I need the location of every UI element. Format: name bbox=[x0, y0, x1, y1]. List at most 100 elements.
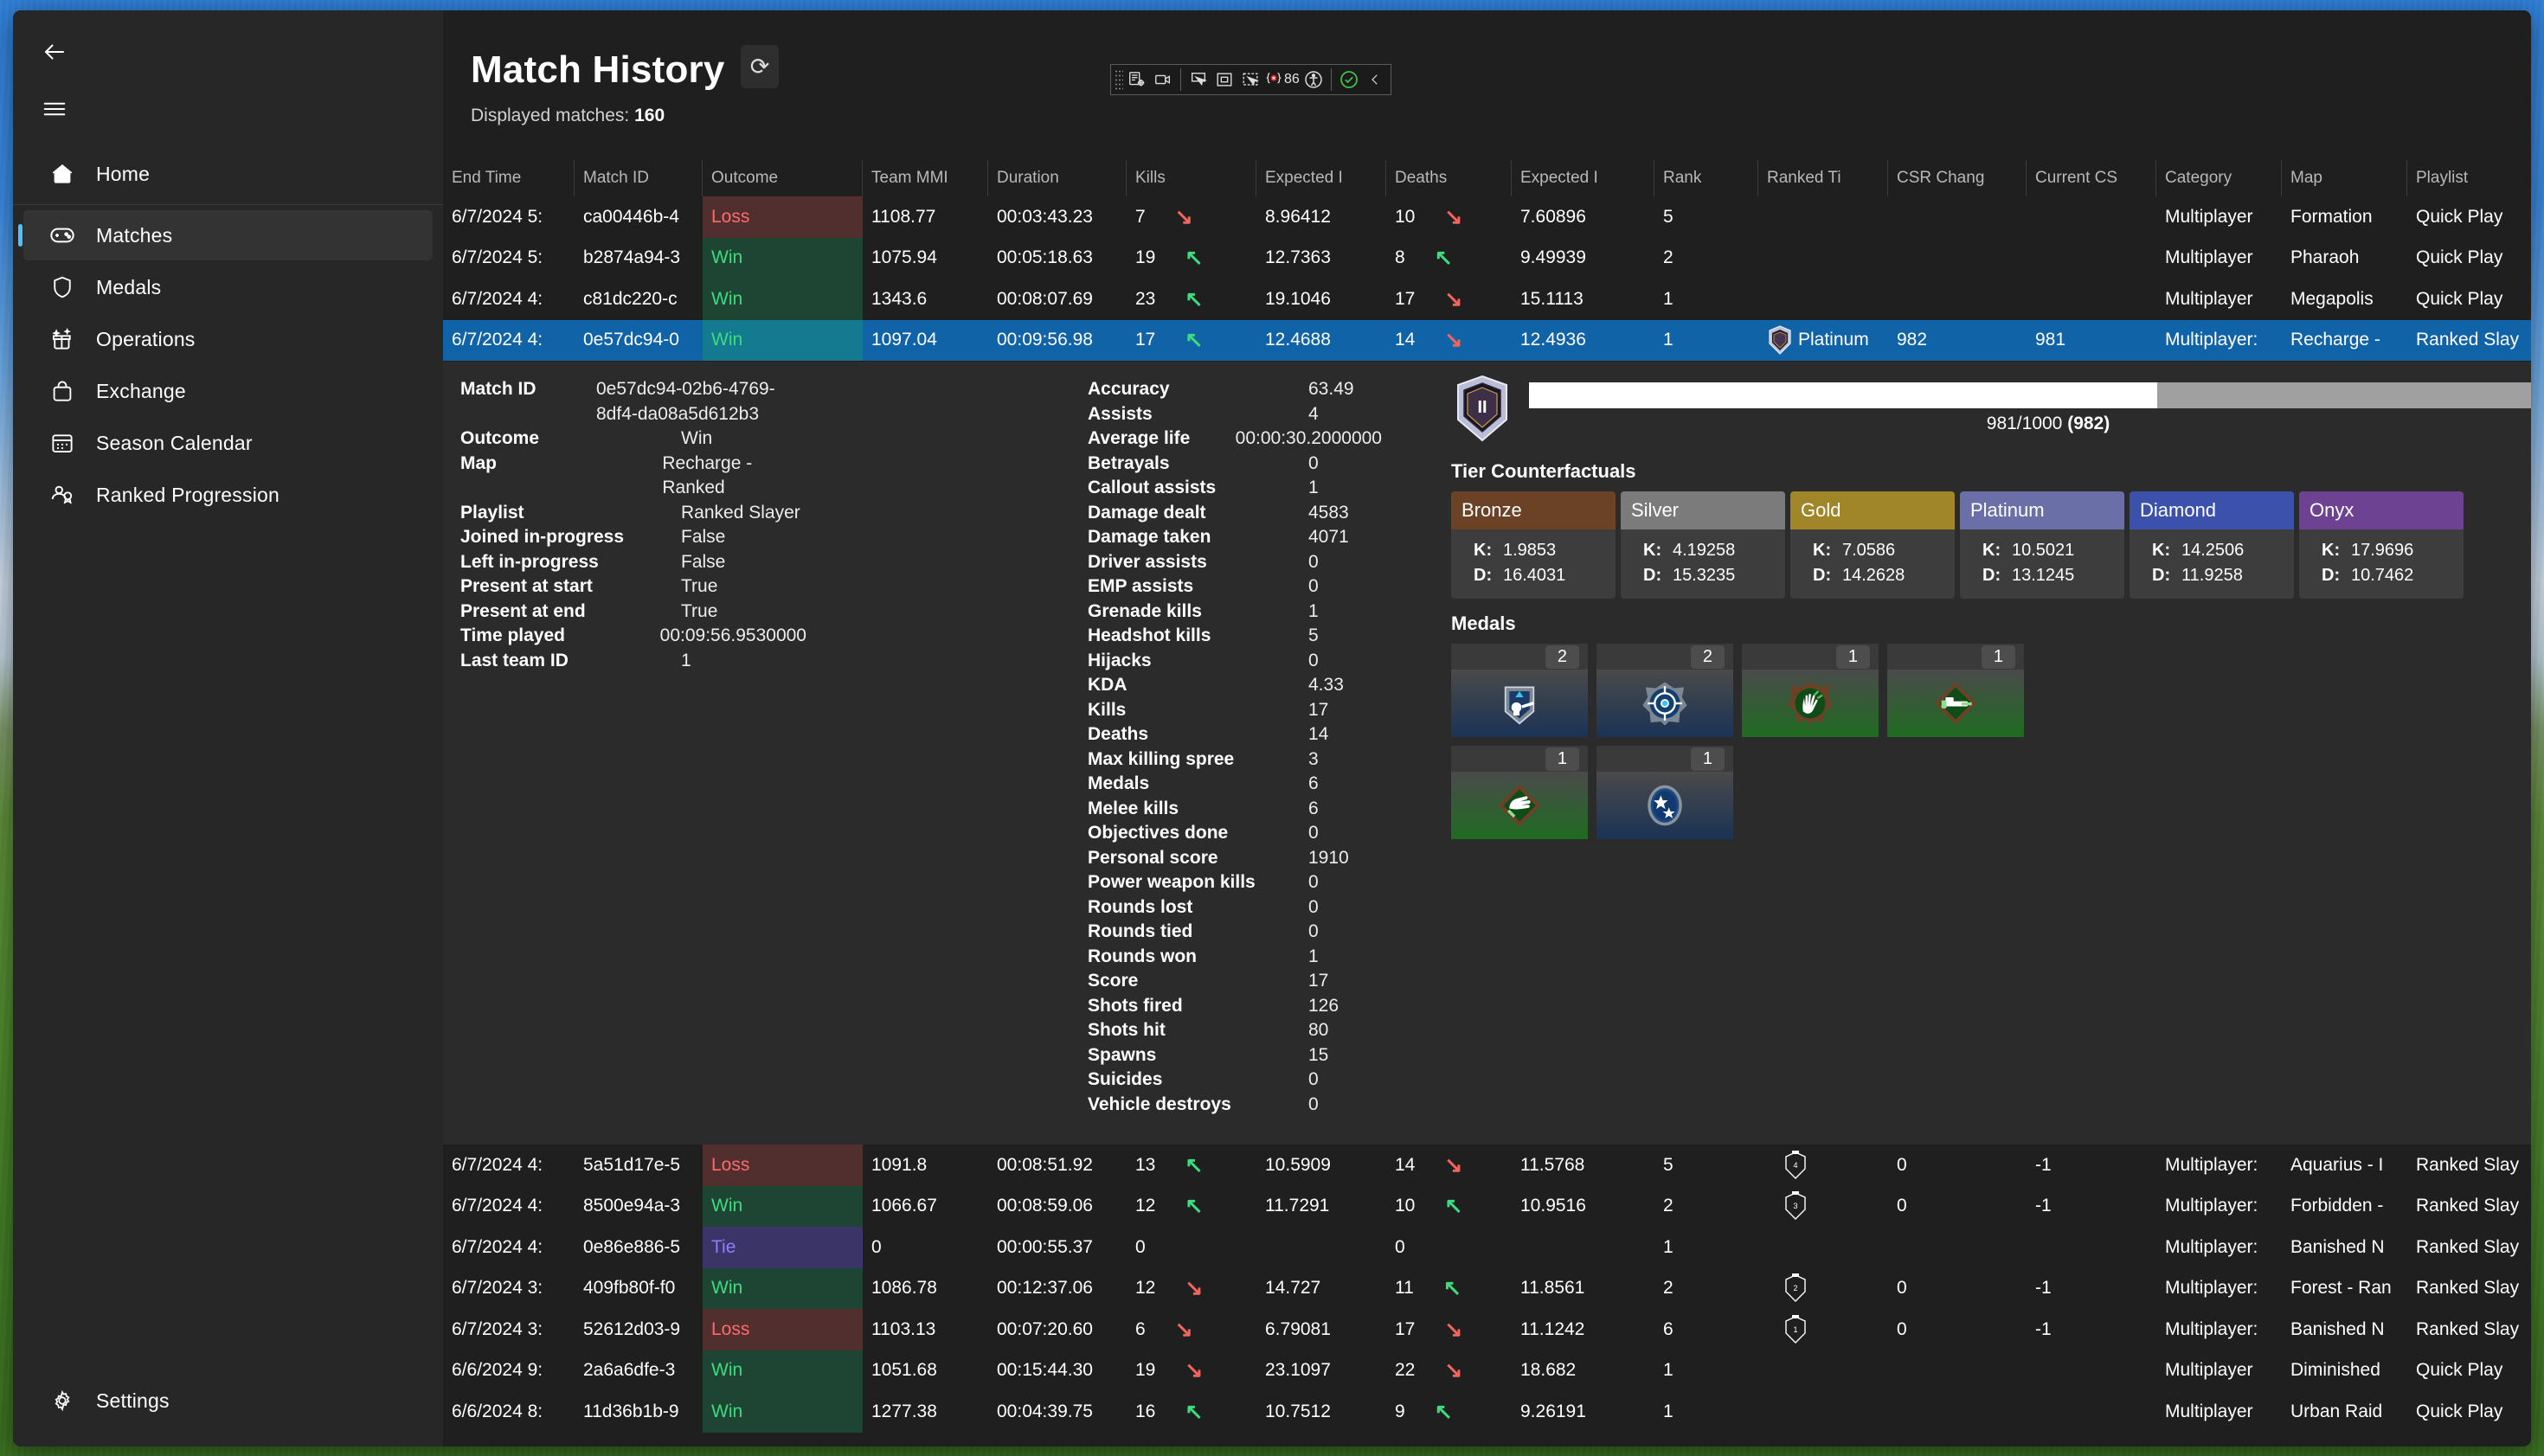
chevron-left-icon[interactable] bbox=[1363, 67, 1387, 92]
column-header[interactable]: Outcome bbox=[703, 160, 863, 196]
table-row[interactable]: 6/7/2024 5: b2874a94-3 Win 1075.94 00:05:18.… bbox=[443, 237, 2531, 279]
record-icon[interactable] bbox=[1151, 67, 1175, 92]
tier-body: K: 17.9696 D: 10.7462 bbox=[2299, 529, 2464, 599]
medal-card[interactable]: 1 bbox=[1742, 644, 1879, 737]
column-header[interactable]: Deaths bbox=[1386, 160, 1512, 196]
detail-value: 1 bbox=[1308, 600, 1319, 621]
rank-badge-icon bbox=[48, 480, 77, 510]
detail-row: Shots hit 80 bbox=[1088, 1018, 1382, 1043]
live-visual-tree-icon[interactable] bbox=[1125, 67, 1149, 92]
display-layout-icon[interactable] bbox=[1212, 67, 1237, 92]
column-header[interactable]: CSR Chang bbox=[1888, 160, 2027, 196]
column-header[interactable]: Duration bbox=[988, 160, 1127, 196]
detail-row: Rounds won 1 bbox=[1088, 945, 1382, 970]
table-row[interactable]: 6/7/2024 4: 8500e94a-3 Win 1066.67 00:08:59.… bbox=[443, 1185, 2531, 1227]
medal-count-row: 2 bbox=[1596, 644, 1733, 670]
detail-value: 17 bbox=[1308, 699, 1329, 720]
sidebar-item-label: Exchange bbox=[96, 379, 186, 402]
back-arrow-icon[interactable] bbox=[30, 28, 79, 76]
sidebar-item-medals[interactable]: Medals bbox=[23, 262, 433, 312]
page-header: Match History ⟳ Displayed matches: 160 bbox=[443, 10, 2531, 126]
column-header[interactable]: Map bbox=[2282, 160, 2407, 196]
sidebar-item-matches[interactable]: Matches bbox=[18, 210, 433, 260]
medal-open-hand-icon bbox=[1742, 670, 1879, 737]
column-header[interactable]: End Time bbox=[443, 160, 575, 196]
column-header[interactable]: Rank bbox=[1654, 160, 1758, 196]
cell-team-mmr: 1277.38 bbox=[871, 1401, 937, 1421]
kills-trend-arrow-down: ↘ bbox=[1174, 1317, 1193, 1342]
cell-expected-deaths: 10.9516 bbox=[1520, 1196, 1586, 1216]
detail-row: Callout assists 1 bbox=[1088, 476, 1382, 501]
tier-d-value: 16.4031 bbox=[1503, 566, 1566, 585]
detail-value: 1 bbox=[1308, 478, 1319, 497]
detail-value: 1 bbox=[681, 650, 691, 670]
column-header[interactable]: Ranked Ti bbox=[1758, 160, 1888, 196]
cell-playlist: Ranked Slay bbox=[2416, 1154, 2520, 1175]
track-focus-icon[interactable] bbox=[1238, 67, 1262, 92]
column-header[interactable]: Match ID bbox=[575, 160, 703, 196]
sidebar-item-operations[interactable]: Operations bbox=[23, 314, 433, 364]
kills-trend-arrow-down: ↘ bbox=[1185, 1358, 1204, 1383]
match-table-bottom-rows[interactable]: 6/7/2024 4: 5a51d17e-5 Loss 1091.8 00:08:51.… bbox=[443, 1145, 2531, 1433]
column-header[interactable]: Category bbox=[2156, 160, 2282, 196]
table-row[interactable]: 6/7/2024 4: 0e86e886-5 Tie 0 00:00:55.37 0 0 1 M… bbox=[443, 1227, 2531, 1268]
accessibility-icon[interactable] bbox=[1301, 67, 1326, 92]
column-header[interactable]: Current CS bbox=[2027, 160, 2156, 196]
table-row[interactable]: 6/7/2024 3: 52612d03-9 Loss 1103.13 00:07:20… bbox=[443, 1309, 2531, 1350]
drag-grip-icon[interactable] bbox=[1115, 69, 1123, 90]
column-header[interactable]: Expected I bbox=[1512, 160, 1654, 196]
sidebar-item-settings[interactable]: Settings bbox=[23, 1376, 433, 1426]
cell-team-mmr: 1091.8 bbox=[871, 1154, 928, 1175]
cell-ranked-tier: 2 bbox=[1758, 1268, 1888, 1310]
table-row[interactable]: 6/6/2024 9: 2a6a6dfe-3 Win 1051.68 00:15:44.… bbox=[443, 1350, 2531, 1391]
table-row[interactable]: 6/7/2024 4: 5a51d17e-5 Loss 1091.8 00:08:51.… bbox=[443, 1145, 2531, 1186]
cell-expected-deaths: 9.26191 bbox=[1520, 1401, 1586, 1421]
kills-value: 19 bbox=[1135, 1360, 1156, 1381]
table-row[interactable]: 6/7/2024 5: ca00446b-4 Loss 1108.77 00:03:43… bbox=[443, 196, 2531, 238]
kills-value: 12 bbox=[1135, 1196, 1156, 1216]
cell-ranked-tier bbox=[1758, 1391, 1888, 1433]
refresh-button[interactable]: ⟳ bbox=[741, 45, 779, 88]
detail-key: Rounds tied bbox=[1088, 921, 1193, 941]
detail-row: Present at start True bbox=[460, 574, 806, 600]
tier-card: Diamond K: 14.2506 D: 11.9258 bbox=[2130, 491, 2294, 599]
kills-value: 23 bbox=[1135, 288, 1156, 309]
tier-name: Onyx bbox=[2299, 491, 2464, 529]
medal-card[interactable]: 1 bbox=[1887, 644, 2024, 737]
hamburger-menu-icon[interactable] bbox=[30, 85, 79, 133]
select-element-icon[interactable] bbox=[1186, 67, 1211, 92]
medal-card[interactable]: 2 bbox=[1596, 644, 1733, 737]
ranked-tier-label: Platinum bbox=[1798, 330, 1869, 350]
tier-card: Platinum K: 10.5021 D: 13.1245 bbox=[1960, 491, 2124, 599]
column-header[interactable]: Team MMI bbox=[863, 160, 988, 196]
detail-key: Personal score bbox=[1088, 847, 1218, 868]
medal-card[interactable]: 2 bbox=[1451, 644, 1588, 737]
rank-progress-bonus: (982) bbox=[2067, 414, 2110, 433]
cell-csr-change bbox=[1888, 238, 2027, 279]
sidebar-item-season-calendar[interactable]: Season Calendar bbox=[23, 418, 433, 468]
column-header[interactable]: Playlist bbox=[2407, 160, 2531, 196]
tier-deaths: D: 10.7462 bbox=[2299, 563, 2464, 588]
medal-card[interactable]: 1 bbox=[1596, 746, 1733, 839]
medal-card[interactable]: 1 bbox=[1451, 746, 1588, 839]
sidebar-item-ranked-progression[interactable]: Ranked Progression bbox=[23, 470, 433, 520]
check-circle-icon[interactable] bbox=[1337, 67, 1361, 92]
error-count-badge[interactable]: 86 bbox=[1264, 70, 1300, 89]
column-header[interactable]: Kills bbox=[1127, 160, 1256, 196]
cell-playlist: Quick Play bbox=[2416, 288, 2503, 309]
detail-row: Joined in-progress False bbox=[460, 525, 806, 550]
tier-deaths: D: 15.3235 bbox=[1621, 563, 1785, 588]
table-row[interactable]: 6/6/2024 8: 11d36b1b-9 Win 1277.38 00:04:39.… bbox=[443, 1391, 2531, 1433]
table-row[interactable]: 6/7/2024 4: 0e57dc94-0 Win 1097.04 00:09:56.… bbox=[443, 319, 2531, 361]
table-row[interactable]: 6/7/2024 4: c81dc220-c Win 1343.6 00:08:07.6… bbox=[443, 279, 2531, 320]
cell-expected-kills: 8.96412 bbox=[1265, 206, 1331, 227]
cell-team-mmr: 1343.6 bbox=[871, 288, 928, 309]
sidebar-item-exchange[interactable]: Exchange bbox=[23, 366, 433, 416]
column-header[interactable]: Expected I bbox=[1256, 160, 1386, 196]
sidebar-item-home[interactable]: Home bbox=[23, 149, 433, 199]
detail-key: Present at start bbox=[460, 576, 593, 596]
dev-tools-toolbar[interactable]: 86 bbox=[1110, 64, 1391, 95]
cell-ranked-tier bbox=[1758, 238, 1888, 279]
table-row[interactable]: 6/7/2024 3: 409fb80f-f0 Win 1086.78 00:12:37… bbox=[443, 1267, 2531, 1310]
match-table-top-rows[interactable]: 6/7/2024 5: ca00446b-4 Loss 1108.77 00:03:43… bbox=[443, 196, 2531, 361]
